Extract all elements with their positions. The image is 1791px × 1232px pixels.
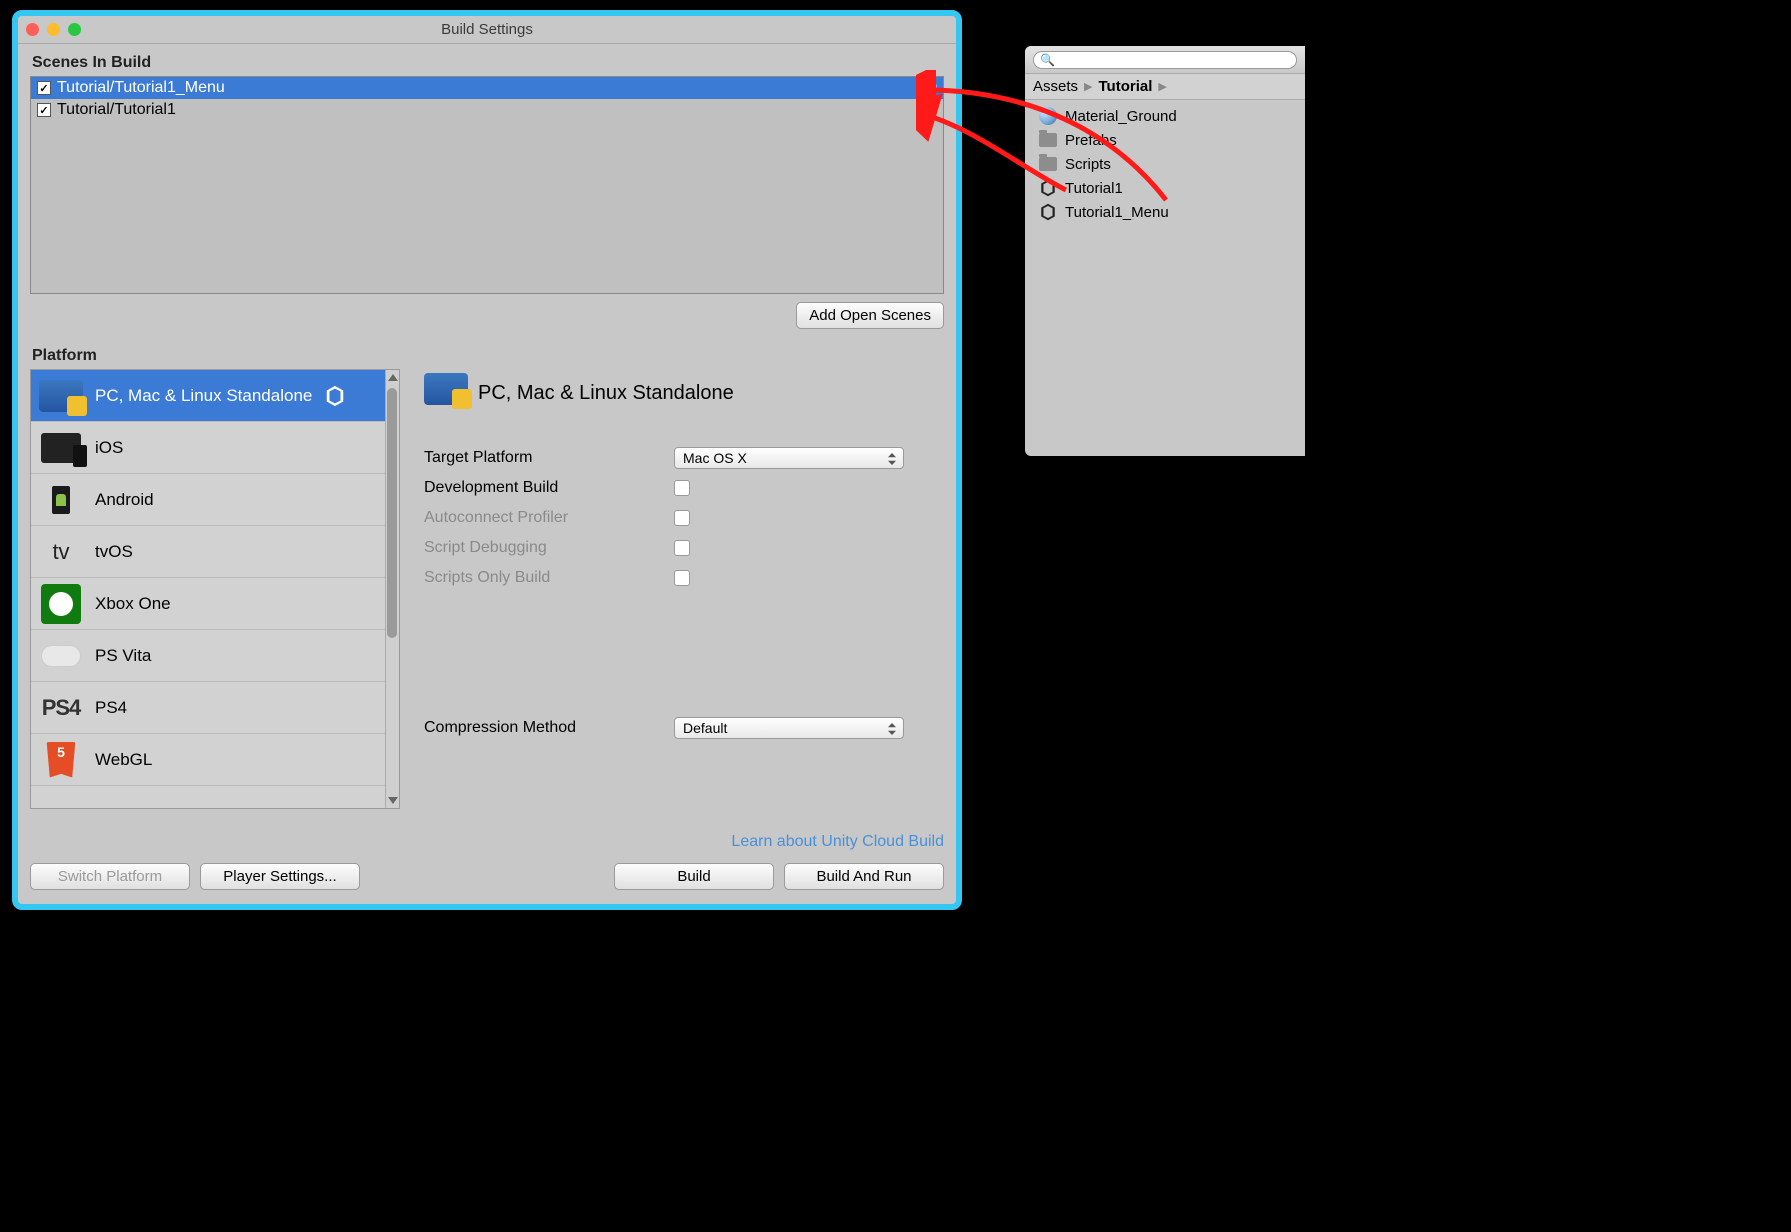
scrollbar[interactable] <box>385 370 399 808</box>
checkbox-icon[interactable] <box>37 103 51 117</box>
titlebar[interactable]: Build Settings <box>18 16 956 44</box>
select-value: Mac OS X <box>683 450 747 466</box>
platform-name: WebGL <box>95 750 152 770</box>
list-item[interactable]: Scripts <box>1025 152 1305 176</box>
material-icon <box>1039 107 1057 125</box>
zoom-icon[interactable] <box>68 23 81 36</box>
desktop-icon <box>39 378 83 414</box>
select-value: Default <box>683 720 727 736</box>
ios-icon <box>39 430 83 466</box>
scroll-down-icon[interactable] <box>388 797 398 804</box>
platform-item-webgl[interactable]: WebGL <box>31 734 399 786</box>
close-icon[interactable] <box>26 23 39 36</box>
android-icon <box>39 482 83 518</box>
item-name: Tutorial1 <box>1065 180 1123 197</box>
development-build-label: Development Build <box>424 479 674 497</box>
development-build-checkbox[interactable] <box>674 480 690 496</box>
list-item[interactable]: Material_Ground <box>1025 104 1305 128</box>
platform-item-android[interactable]: Android <box>31 474 399 526</box>
xbox-icon <box>39 586 83 622</box>
search-icon: 🔍 <box>1040 53 1055 67</box>
unity-icon <box>324 385 346 407</box>
scene-index: 1 <box>928 101 937 119</box>
scenes-label: Scenes In Build <box>18 44 956 76</box>
project-panel: 🔍 Assets ▶ Tutorial ▶ Material_Ground Pr… <box>1025 46 1305 456</box>
target-platform-label: Target Platform <box>424 449 674 467</box>
list-item[interactable]: Prefabs <box>1025 128 1305 152</box>
desktop-icon <box>424 373 464 413</box>
platform-label: Platform <box>18 337 956 369</box>
script-debugging-checkbox <box>674 540 690 556</box>
crumb-root[interactable]: Assets <box>1033 78 1078 95</box>
compression-method-select[interactable]: Default <box>674 717 904 739</box>
platform-name: tvOS <box>95 542 133 562</box>
unity-scene-icon <box>1039 203 1057 221</box>
detail-title: PC, Mac & Linux Standalone <box>478 382 734 405</box>
scene-name: Tutorial/Tutorial1_Menu <box>57 79 225 97</box>
chevron-right-icon: ▶ <box>1158 80 1166 93</box>
item-name: Material_Ground <box>1065 108 1177 125</box>
autoconnect-profiler-checkbox <box>674 510 690 526</box>
project-list[interactable]: Material_Ground Prefabs Scripts Tutorial… <box>1025 100 1305 228</box>
scene-name: Tutorial/Tutorial1 <box>57 101 176 119</box>
target-platform-select[interactable]: Mac OS X <box>674 447 904 469</box>
cloud-build-link[interactable]: Learn about Unity Cloud Build <box>731 833 944 850</box>
html5-icon <box>39 742 83 778</box>
appletv-icon: tv <box>39 534 83 570</box>
chevron-right-icon: ▶ <box>1084 80 1092 93</box>
platform-item-ps4[interactable]: PS4 PS4 <box>31 682 399 734</box>
checkbox-icon[interactable] <box>37 81 51 95</box>
build-and-run-button[interactable]: Build And Run <box>784 863 944 890</box>
item-name: Tutorial1_Menu <box>1065 204 1169 221</box>
platform-item-xboxone[interactable]: Xbox One <box>31 578 399 630</box>
autoconnect-profiler-label: Autoconnect Profiler <box>424 509 674 527</box>
ps4-icon: PS4 <box>39 690 83 726</box>
scenes-list[interactable]: Tutorial/Tutorial1_Menu 0 Tutorial/Tutor… <box>30 76 944 294</box>
item-name: Prefabs <box>1065 132 1117 149</box>
platform-item-tvos[interactable]: tv tvOS <box>31 526 399 578</box>
platform-item-psvita[interactable]: PS Vita <box>31 630 399 682</box>
window-title: Build Settings <box>441 21 533 38</box>
scripts-only-build-checkbox <box>674 570 690 586</box>
psvita-icon <box>39 638 83 674</box>
unity-scene-icon <box>1039 179 1057 197</box>
build-settings-window: Build Settings Scenes In Build Tutorial/… <box>12 10 962 910</box>
scripts-only-build-label: Scripts Only Build <box>424 569 674 587</box>
script-debugging-label: Script Debugging <box>424 539 674 557</box>
platform-name: Android <box>95 490 154 510</box>
folder-icon <box>1039 157 1057 171</box>
platform-name: PS Vita <box>95 646 151 666</box>
platform-name: PC, Mac & Linux Standalone <box>95 386 312 406</box>
search-input[interactable]: 🔍 <box>1033 51 1297 69</box>
platform-name: Xbox One <box>95 594 171 614</box>
switch-platform-button: Switch Platform <box>30 863 190 890</box>
add-open-scenes-button[interactable]: Add Open Scenes <box>796 302 944 329</box>
folder-icon <box>1039 133 1057 147</box>
build-button[interactable]: Build <box>614 863 774 890</box>
platform-detail: PC, Mac & Linux Standalone Target Platfo… <box>424 369 944 851</box>
scene-row[interactable]: Tutorial/Tutorial1 1 <box>31 99 943 121</box>
item-name: Scripts <box>1065 156 1111 173</box>
list-item[interactable]: Tutorial1_Menu <box>1025 200 1305 224</box>
platform-name: PS4 <box>95 698 127 718</box>
scene-index: 0 <box>928 79 937 97</box>
breadcrumb[interactable]: Assets ▶ Tutorial ▶ <box>1025 74 1305 100</box>
compression-method-label: Compression Method <box>424 719 674 737</box>
scrollbar-thumb[interactable] <box>387 388 397 638</box>
crumb-current[interactable]: Tutorial <box>1098 78 1152 95</box>
platform-list[interactable]: PC, Mac & Linux Standalone iOS Android t… <box>30 369 400 809</box>
list-item[interactable]: Tutorial1 <box>1025 176 1305 200</box>
player-settings-button[interactable]: Player Settings... <box>200 863 360 890</box>
platform-item-standalone[interactable]: PC, Mac & Linux Standalone <box>31 370 399 422</box>
platform-item-ios[interactable]: iOS <box>31 422 399 474</box>
scene-row[interactable]: Tutorial/Tutorial1_Menu 0 <box>31 77 943 99</box>
scroll-up-icon[interactable] <box>388 374 398 381</box>
minimize-icon[interactable] <box>47 23 60 36</box>
platform-name: iOS <box>95 438 123 458</box>
